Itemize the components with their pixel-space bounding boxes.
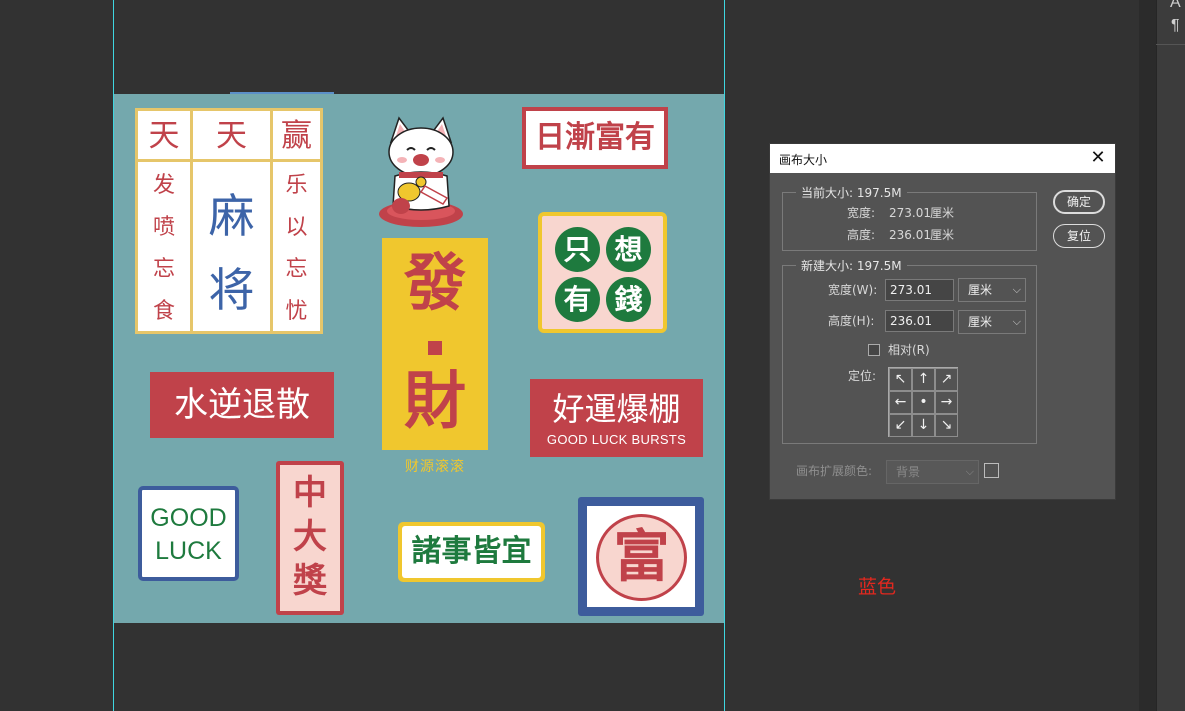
da-character: 大 [293, 517, 327, 557]
zhixiang-youqian-sticker: 只 想 有 錢 [538, 212, 667, 333]
height-unit-select[interactable]: 厘米 ⌵ [958, 310, 1026, 334]
mahjong-right-4: 忧 [285, 299, 308, 324]
mahjong-top-2: 天 [216, 118, 247, 154]
shuini-tuisan-sticker: 水逆退散 [150, 372, 334, 438]
current-height-label: 高度: [847, 228, 876, 242]
current-size-group: 当前大小: 197.5M 宽度: 273.01 厘米 高度: 236.01 厘米 [782, 185, 1037, 251]
current-height-value: 236.01 [889, 228, 931, 242]
anchor-label: 定位: [848, 369, 877, 383]
caiyuan-caption: 财源滚滚 [405, 459, 465, 475]
extension-color-swatch[interactable] [984, 463, 999, 478]
anchor-center-icon[interactable]: • [912, 391, 935, 414]
mahjong-right-1: 乐 [285, 173, 308, 198]
haoyun-chinese-text: 好運爆棚 [552, 390, 681, 428]
character-panel-icon[interactable]: A [1170, 0, 1181, 12]
current-width-value: 273.01 [889, 206, 931, 220]
mahjong-left-1: 发 [152, 173, 175, 198]
fu-stamp-sticker: 富 [578, 497, 704, 616]
good-luck-line-1: GOOD [150, 504, 227, 532]
mahjong-top-3: 赢 [281, 118, 312, 154]
ok-button[interactable]: 确定 [1053, 190, 1105, 214]
dialog-title: 画布大小 [779, 153, 828, 167]
mahjong-sticker: 天 天 赢 发 喷 忘 食 麻 将 乐 以 忘 忧 [135, 108, 323, 334]
width-unit-value: 厘米 [968, 283, 993, 297]
mahjong-middle-2: 将 [208, 263, 255, 317]
new-width-label: 宽度(W): [828, 283, 878, 297]
anchor-bottom-icon[interactable]: ↓ [912, 414, 935, 437]
anchor-top-left-icon[interactable]: ↖ [889, 368, 912, 391]
extension-color-label: 画布扩展颜色: [796, 464, 873, 478]
extension-color-value: 背景 [896, 465, 921, 479]
mahjong-divider-top [138, 159, 320, 162]
height-unit-value: 厘米 [968, 315, 993, 329]
zhongda-jiang-sticker: 中 大 獎 [276, 461, 344, 615]
zhushi-jieyi-text: 諸事皆宜 [402, 526, 541, 578]
mahjong-left-4: 食 [152, 299, 175, 324]
haoyun-english-text: GOOD LUCK BURSTS [546, 432, 687, 447]
mahjong-left-2: 喷 [152, 215, 175, 240]
chevron-down-icon: ⌵ [1012, 283, 1021, 296]
zhi-circle: 只 [555, 227, 600, 272]
mahjong-right-2: 以 [285, 215, 308, 240]
rijian-fuyou-sticker: 日漸富有 [522, 107, 668, 169]
anchor-top-icon[interactable]: ↑ [912, 368, 935, 391]
annotation-text: 蓝色 [858, 576, 897, 598]
current-width-label: 宽度: [847, 206, 876, 220]
anchor-bottom-right-icon[interactable]: ↘ [935, 414, 958, 437]
chevron-down-icon: ⌵ [965, 465, 974, 478]
rijian-fuyou-text: 日漸富有 [526, 111, 664, 165]
chevron-down-icon: ⌵ [1012, 315, 1021, 328]
fa-character: 發 [403, 246, 466, 319]
width-unit-select[interactable]: 厘米 ⌵ [958, 278, 1026, 302]
fa-cai-banner: 發 財 [382, 238, 488, 450]
qian-circle: 錢 [606, 277, 651, 322]
anchor-top-right-icon[interactable]: ↗ [935, 368, 958, 391]
fa-cai-dot [428, 341, 442, 355]
close-icon[interactable]: ✕ [1088, 148, 1108, 168]
height-input[interactable] [885, 310, 954, 332]
fu-character: 富 [596, 514, 687, 601]
fu-stamp-inner: 富 [587, 506, 695, 607]
current-height-unit: 厘米 [930, 228, 955, 242]
panel-scroll-strip [1139, 0, 1156, 711]
new-size-legend: 新建大小: 197.5M [796, 258, 907, 274]
anchor-left-icon[interactable]: ← [889, 391, 912, 414]
relative-checkbox[interactable] [868, 344, 880, 356]
dialog-titlebar[interactable]: 画布大小 ✕ [770, 144, 1115, 173]
current-size-legend: 当前大小: 197.5M [796, 185, 907, 201]
current-width-unit: 厘米 [930, 206, 955, 220]
paragraph-panel-icon[interactable]: ¶ [1171, 17, 1180, 35]
jiang-character: 獎 [293, 561, 327, 601]
xiang-circle: 想 [606, 227, 651, 272]
extension-color-select[interactable]: 背景 ⌵ [886, 460, 979, 484]
zhong-character: 中 [293, 473, 327, 513]
haoyun-baopeng-sticker: 好運爆棚 GOOD LUCK BURSTS [530, 379, 703, 457]
good-luck-sticker: GOOD LUCK [138, 486, 239, 581]
mahjong-right-3: 忘 [285, 257, 308, 282]
right-guide-line[interactable] [724, 0, 725, 711]
good-luck-line-2: LUCK [155, 537, 222, 565]
you-circle: 有 [555, 277, 600, 322]
lucky-cat-illustration [379, 116, 463, 227]
mahjong-left-3: 忘 [152, 257, 175, 282]
cai-character: 財 [403, 364, 466, 437]
mahjong-top-1: 天 [148, 118, 180, 154]
anchor-grid: ↖ ↑ ↗ ← • → ↙ ↓ ↘ [888, 367, 958, 437]
canvas-size-dialog: 画布大小 ✕ 当前大小: 197.5M 宽度: 273.01 厘米 高度: 23… [769, 143, 1116, 500]
width-input[interactable] [885, 279, 954, 301]
zhongda-jiang-text: 中 大 獎 [280, 465, 340, 611]
zhushi-jieyi-sticker: 諸事皆宜 [398, 522, 545, 582]
new-height-label: 高度(H): [828, 314, 875, 328]
anchor-right-icon[interactable]: → [935, 391, 958, 414]
side-panel-divider [1156, 44, 1185, 45]
relative-label[interactable]: 相对(R) [888, 342, 930, 358]
side-panel [1156, 0, 1185, 711]
document-canvas[interactable]: 天 天 赢 发 喷 忘 食 麻 将 乐 以 忘 忧 發 財 财源滚滚 日漸富有 … [114, 94, 724, 623]
reset-button[interactable]: 复位 [1053, 224, 1105, 248]
anchor-bottom-left-icon[interactable]: ↙ [889, 414, 912, 437]
